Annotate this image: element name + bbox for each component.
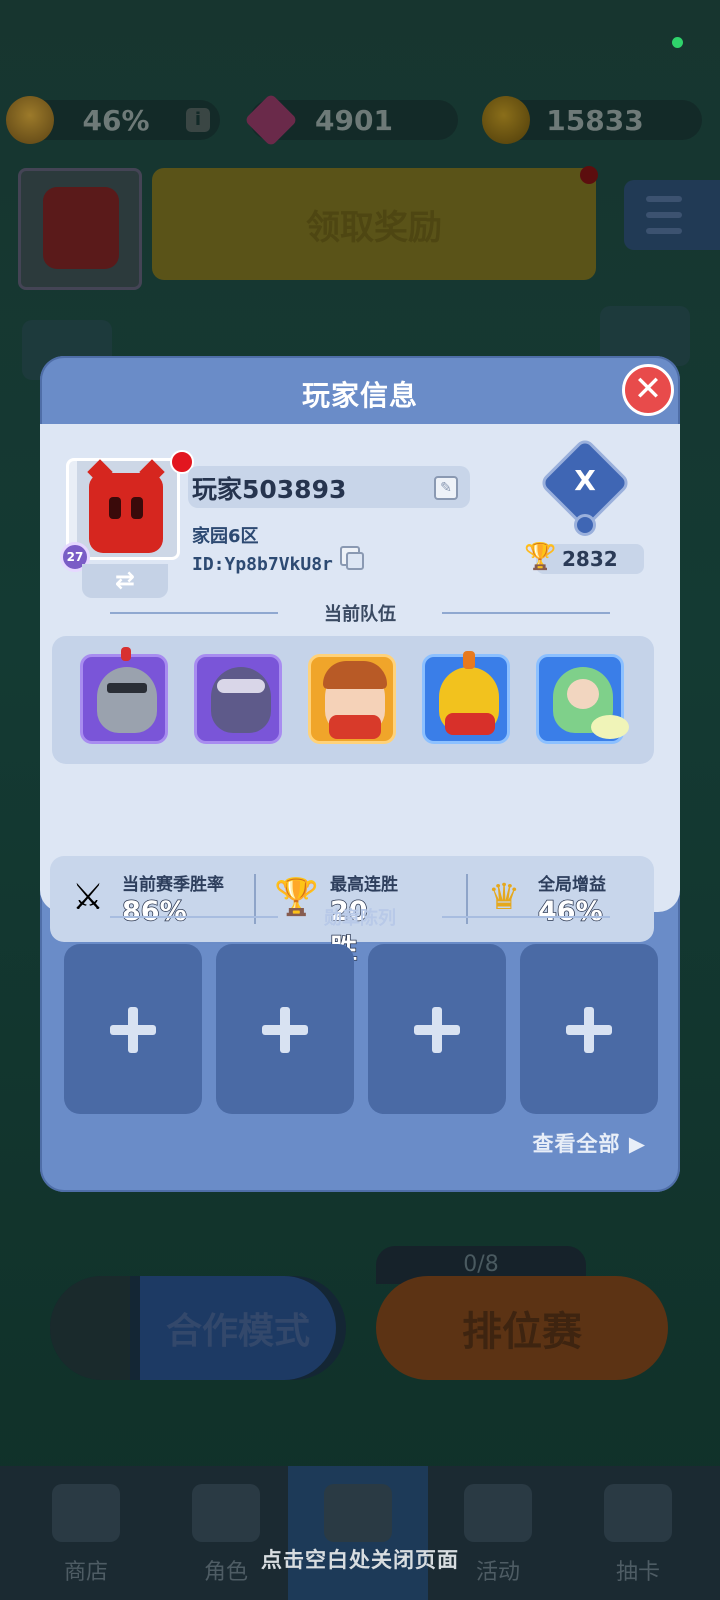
tab-events: 活动 xyxy=(428,1466,568,1600)
character-cards-icon xyxy=(192,1484,260,1542)
player-id: ID:Yp8b7VkU8r xyxy=(192,554,333,575)
rank-letter: X xyxy=(574,464,596,497)
claim-reward-button: 领取奖励 xyxy=(152,168,596,280)
edit-name-icon[interactable]: ✎ xyxy=(434,476,458,500)
trophy-count: 🏆 2832 xyxy=(524,542,644,574)
season-win-rate-label: 当前赛季胜率 xyxy=(122,875,224,895)
bottom-tab-bar: 商店 角色 活动 抽卡 xyxy=(0,1466,720,1600)
trophy-value: 2832 xyxy=(562,547,618,571)
player-info-panel: 27 ⇄ 玩家503893 ✎ 家园6区 ID:Yp8b7VkU8r X 🏆 2… xyxy=(40,424,680,966)
medal-display-heading: 勋章陈列 xyxy=(40,904,680,930)
rank-badge: X xyxy=(538,436,632,536)
medal-slot[interactable] xyxy=(64,944,202,1114)
coin-resource: 15833 xyxy=(482,96,702,144)
coop-mode-button: 合作模式 xyxy=(50,1276,346,1380)
best-streak-label: 最高连胜 xyxy=(330,875,398,895)
current-team xyxy=(52,636,654,764)
medal-slot[interactable] xyxy=(520,944,658,1114)
menu-icon xyxy=(624,180,720,250)
medal-display-heading-text: 勋章陈列 xyxy=(324,908,396,929)
player-info-modal: 玩家信息 ✕ 27 ⇄ 玩家503893 ✎ 家园6区 ID:Yp8b7VkU8… xyxy=(40,356,680,1192)
player-name-field: 玩家503893 ✎ xyxy=(188,466,470,508)
knight-hero-icon[interactable] xyxy=(80,647,168,744)
shop-icon xyxy=(52,1484,120,1542)
modal-title: 玩家信息 xyxy=(301,379,418,412)
ninja-hero-icon[interactable] xyxy=(194,654,282,744)
druid-hero-icon[interactable] xyxy=(536,654,629,744)
info-icon[interactable]: i xyxy=(186,108,210,132)
close-button[interactable]: ✕ xyxy=(622,364,674,416)
gem-resource: 4901 xyxy=(244,93,458,147)
player-server: 家园6区 xyxy=(192,526,259,547)
tab-gacha: 抽卡 xyxy=(568,1466,708,1600)
copy-id-icon[interactable] xyxy=(340,546,364,570)
player-avatar[interactable]: 27 ⇄ xyxy=(60,450,194,598)
medal-slot[interactable] xyxy=(216,944,354,1114)
rank-ring-icon xyxy=(574,514,596,536)
current-team-heading-text: 当前队伍 xyxy=(324,604,396,625)
gem-count: 4901 xyxy=(315,103,393,137)
mystery-card-icon xyxy=(604,1484,672,1542)
samurai-hero-icon[interactable] xyxy=(308,654,396,744)
medal-slot[interactable] xyxy=(368,944,506,1114)
swap-avatar-button[interactable]: ⇄ xyxy=(82,564,168,598)
tab-shop: 商店 xyxy=(16,1466,156,1600)
bg-player-avatar xyxy=(18,168,142,290)
buff-resource: 46% i xyxy=(6,96,220,144)
spartan-hero-icon[interactable] xyxy=(422,651,510,744)
coin-count: 15833 xyxy=(546,103,644,137)
view-all-link[interactable]: 查看全部 ▶ xyxy=(533,1128,646,1158)
red-cat-avatar-icon xyxy=(87,459,165,553)
ranked-button: 排位赛 xyxy=(376,1276,668,1380)
player-name: 玩家503893 xyxy=(192,475,347,504)
tap-outside-to-close-hint: 点击空白处关闭页面 xyxy=(261,1548,459,1572)
trophy-icon: 🏆 xyxy=(524,542,557,572)
tab-characters: 角色 xyxy=(156,1466,296,1600)
coop-mode-label: 合作模式 xyxy=(140,1276,336,1380)
crossed-swords-icon xyxy=(324,1484,392,1542)
online-status-dot xyxy=(672,37,683,48)
star-shield-icon xyxy=(464,1484,532,1542)
current-team-heading: 当前队伍 xyxy=(40,600,680,626)
global-buff-label: 全局增益 xyxy=(538,875,606,895)
tab-battle xyxy=(288,1466,428,1600)
bg-notification-dot xyxy=(580,166,598,184)
